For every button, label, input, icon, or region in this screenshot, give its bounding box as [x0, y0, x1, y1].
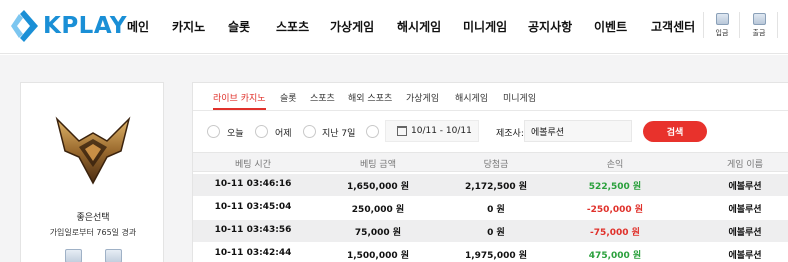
- cell-win: 0 원: [487, 205, 505, 215]
- cell-profit: -250,000 원: [586, 205, 644, 215]
- cell-bet: 1,650,000 원: [346, 182, 410, 192]
- wallet-icon[interactable]: [105, 249, 122, 262]
- nav-item-event[interactable]: 이벤트: [594, 18, 627, 35]
- tab-live-casino[interactable]: 라이브 카지노: [213, 91, 266, 110]
- nav-item-mini[interactable]: 미니게임: [463, 18, 507, 35]
- wallet-icon[interactable]: [65, 249, 82, 262]
- deposit-button[interactable]: 입금: [710, 13, 734, 38]
- nav-item-sports[interactable]: 스포츠: [276, 18, 309, 35]
- nav-item-main[interactable]: 메인: [127, 18, 149, 35]
- table-header: 베팅 시간 베팅 금액 당첨금 손익 게임 이름: [193, 152, 788, 172]
- radio-yesterday-label[interactable]: 어제: [275, 126, 292, 139]
- tabs-divider: [193, 110, 788, 111]
- tab-virtual[interactable]: 가상게임: [406, 91, 439, 108]
- col-winnings: 당첨금: [483, 160, 509, 170]
- tab-mini[interactable]: 미니게임: [503, 91, 536, 108]
- radio-yesterday[interactable]: [255, 125, 268, 138]
- radio-today-label[interactable]: 오늘: [227, 126, 244, 139]
- filter-bar: 오늘 어제 지난 7일 10/11 - 10/11 제조사: 검색: [193, 119, 788, 145]
- nav-item-slot[interactable]: 슬롯: [228, 18, 250, 35]
- betting-history-panel: 라이브 카지노 슬롯 스포츠 해외 스포츠 가상게임 해시게임 미니게임 오늘 …: [192, 82, 788, 262]
- col-profit: 손익: [606, 160, 624, 170]
- cell-time: 10-11 03:46:16: [214, 179, 292, 189]
- profile-card: 좋은선택 가입일로부터 765일 경과: [20, 82, 164, 262]
- profile-joined-days: 가입일로부터 765일 경과: [49, 228, 137, 237]
- radio-last7-label[interactable]: 지난 7일: [322, 126, 355, 139]
- header-divider: [703, 12, 704, 38]
- cell-profit: 522,500 원: [588, 182, 642, 192]
- table-row[interactable]: 10-11 03:45:04 250,000 원 0 원 -250,000 원 …: [193, 197, 788, 219]
- kplay-logo[interactable]: KPLAY: [9, 9, 127, 43]
- nav-item-support[interactable]: 고객센터: [651, 18, 695, 35]
- table-row[interactable]: 10-11 03:46:16 1,650,000 원 2,172,500 원 5…: [193, 174, 788, 196]
- deposit-label: 입금: [715, 29, 729, 37]
- cell-win: 0 원: [487, 228, 505, 238]
- search-button[interactable]: 검색: [643, 121, 707, 142]
- col-bet-amount: 베팅 금액: [360, 160, 396, 170]
- cell-time: 10-11 03:43:56: [214, 225, 292, 235]
- logo-mark-icon: [11, 10, 38, 42]
- cell-game: 에볼루션: [728, 182, 762, 192]
- cell-profit: 475,000 원: [588, 251, 642, 261]
- maker-label: 제조사:: [496, 129, 524, 139]
- cell-bet: 250,000 원: [351, 205, 405, 215]
- profile-nickname: 좋은선택: [76, 213, 110, 223]
- maker-input[interactable]: [524, 120, 632, 142]
- table-row[interactable]: 10-11 03:43:56 75,000 원 0 원 -75,000 원 에볼…: [193, 220, 788, 242]
- cell-game: 에볼루션: [728, 228, 762, 238]
- col-game-name: 게임 이름: [727, 160, 763, 170]
- top-header: KPLAY 메인 카지노 슬롯 스포츠 가상게임 해시게임 미니게임 공지사항 …: [0, 0, 788, 54]
- cell-game: 에볼루션: [728, 251, 762, 261]
- radio-today[interactable]: [207, 125, 220, 138]
- cell-win: 1,975,000 원: [464, 251, 528, 261]
- cell-win: 2,172,500 원: [464, 182, 528, 192]
- nav-item-virtual[interactable]: 가상게임: [330, 18, 374, 35]
- header-divider: [739, 12, 740, 38]
- logo-text: KPLAY: [43, 13, 128, 39]
- withdraw-label: 출금: [752, 29, 766, 37]
- tab-sports[interactable]: 스포츠: [310, 91, 335, 108]
- col-bet-time: 베팅 시간: [235, 160, 271, 170]
- cell-game: 에볼루션: [728, 205, 762, 215]
- header-divider: [777, 12, 778, 38]
- nav-item-casino[interactable]: 카지노: [172, 18, 205, 35]
- nav-item-hash[interactable]: 해시게임: [397, 18, 441, 35]
- tab-slot[interactable]: 슬롯: [280, 91, 297, 108]
- wallet-icon: [715, 13, 729, 25]
- cell-bet: 75,000 원: [354, 228, 402, 238]
- cell-time: 10-11 03:45:04: [214, 202, 292, 212]
- cell-time: 10-11 03:42:44: [214, 248, 292, 258]
- tab-overseas-sports[interactable]: 해외 스포츠: [348, 91, 392, 108]
- tab-hash[interactable]: 해시게임: [455, 91, 488, 108]
- table-row[interactable]: 10-11 03:42:44 1,500,000 원 1,975,000 원 4…: [193, 243, 788, 262]
- rank-badge-icon: [55, 116, 131, 185]
- calendar-icon: [397, 126, 407, 136]
- cell-profit: -75,000 원: [590, 228, 640, 238]
- wallet-icon: [752, 13, 766, 25]
- radio-last7[interactable]: [303, 125, 316, 138]
- radio-custom[interactable]: [366, 125, 379, 138]
- nav-item-notice[interactable]: 공지사항: [528, 18, 572, 35]
- withdraw-button[interactable]: 출금: [747, 13, 771, 38]
- cell-bet: 1,500,000 원: [346, 251, 410, 261]
- date-range-text: 10/11 - 10/11: [411, 126, 472, 136]
- date-range-picker[interactable]: 10/11 - 10/11: [385, 120, 479, 142]
